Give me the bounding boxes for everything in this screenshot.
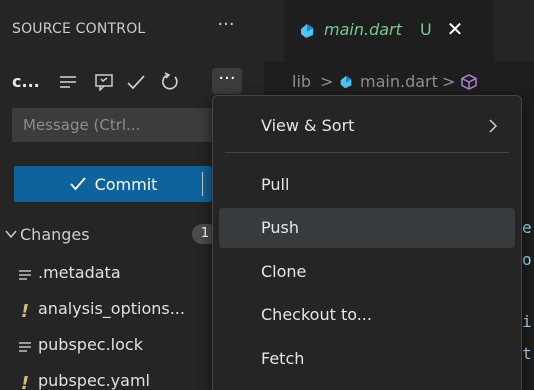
- commit-message-icon[interactable]: [92, 70, 116, 94]
- menu-separator: [225, 152, 509, 153]
- breadcrumb-separator: >: [320, 72, 334, 91]
- exclamation-icon: !: [20, 372, 30, 390]
- chevron-right-icon: [487, 118, 499, 133]
- commit-check-icon[interactable]: [124, 70, 148, 94]
- changes-label: Changes: [20, 225, 90, 244]
- tab-main-dart[interactable]: main.dart U ✕: [284, 0, 494, 62]
- code-fragment: i: [522, 312, 532, 331]
- lines-file-icon: [18, 338, 32, 356]
- close-icon[interactable]: ✕: [444, 18, 466, 40]
- code-fragment: o: [522, 250, 532, 269]
- check-icon: [69, 177, 86, 191]
- code-fragment: e: [522, 218, 532, 237]
- more-actions-menu: View & Sort Pull Push Clone Checkout to.…: [212, 95, 522, 390]
- file-name: analysis_options...: [38, 299, 185, 318]
- commit-dropdown-divider: [202, 172, 203, 196]
- menu-item-clone[interactable]: Clone: [219, 252, 515, 292]
- sidebar-title: SOURCE CONTROL: [12, 21, 146, 37]
- menu-item-label: Push: [261, 218, 299, 237]
- sidebar-header: SOURCE CONTROL ···: [0, 0, 264, 62]
- editor-tab-bar: main.dart U ✕: [264, 0, 534, 62]
- menu-item-label: Fetch: [261, 349, 305, 368]
- vscode-window: SOURCE CONTROL ··· c... ··· Commit: [0, 0, 534, 390]
- code-fragment: t: [522, 344, 532, 363]
- menu-item-label: Checkout to...: [261, 305, 372, 324]
- menu-item-label: Clone: [261, 262, 307, 281]
- menu-item-label: Pull: [261, 175, 290, 194]
- lines-file-icon: [18, 266, 32, 284]
- menu-item-push[interactable]: Push: [219, 208, 515, 248]
- breadcrumb-folder[interactable]: lib: [292, 72, 311, 91]
- more-actions-button[interactable]: ···: [212, 68, 242, 94]
- file-name: pubspec.lock: [38, 335, 143, 354]
- menu-item-label: View & Sort: [261, 116, 355, 135]
- repository-name: c...: [12, 72, 40, 91]
- commit-message-input[interactable]: [12, 108, 218, 142]
- breadcrumb-separator: >: [442, 72, 456, 91]
- view-as-tree-icon[interactable]: [56, 70, 80, 94]
- menu-item-view-sort[interactable]: View & Sort: [219, 106, 515, 146]
- file-name: pubspec.yaml: [38, 371, 150, 390]
- menu-item-fetch[interactable]: Fetch: [219, 339, 515, 379]
- refresh-icon[interactable]: [158, 70, 182, 94]
- commit-button-label: Commit: [94, 174, 158, 194]
- tab-label: main.dart: [324, 20, 402, 39]
- dart-file-icon: [298, 22, 316, 40]
- chevron-down-icon: [4, 226, 18, 240]
- menu-item-checkout[interactable]: Checkout to...: [219, 295, 515, 335]
- exclamation-icon: !: [20, 300, 30, 322]
- file-name: .metadata: [38, 263, 121, 282]
- dart-file-icon: [338, 74, 354, 94]
- commit-button[interactable]: Commit: [14, 166, 212, 202]
- sidebar-more-button[interactable]: ···: [214, 14, 238, 38]
- menu-item-pull[interactable]: Pull: [219, 165, 515, 205]
- breadcrumb-file[interactable]: main.dart: [360, 72, 438, 91]
- untracked-status-badge: U: [420, 20, 432, 39]
- symbol-cube-icon: [460, 73, 478, 95]
